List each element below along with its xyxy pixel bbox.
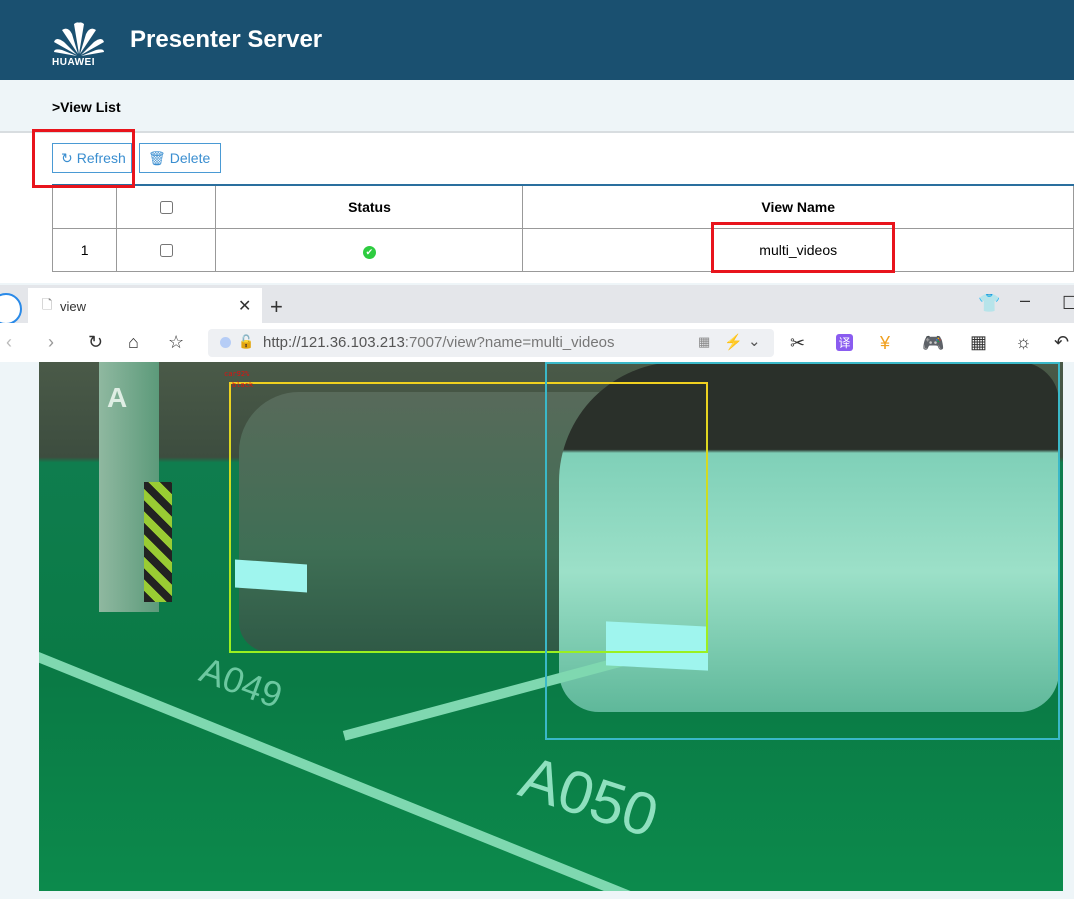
- maximize-icon[interactable]: ☐: [1062, 293, 1074, 314]
- browser-tab[interactable]: 🗋 view ✕: [28, 288, 262, 323]
- row-select: [116, 228, 217, 272]
- new-tab-icon[interactable]: +: [270, 294, 283, 320]
- breadcrumb: >View List: [52, 99, 121, 115]
- detection-box: [545, 362, 1060, 740]
- brightness-icon[interactable]: ☼: [1015, 332, 1032, 353]
- site-icon: [220, 337, 231, 348]
- dropdown-icon[interactable]: ⌄: [748, 332, 761, 350]
- home-icon[interactable]: ⌂: [128, 332, 139, 353]
- app-title: Presenter Server: [130, 26, 323, 53]
- minimize-icon[interactable]: –: [1020, 290, 1030, 311]
- detection-label: car92%: [224, 370, 250, 378]
- reload-icon[interactable]: ↻: [88, 332, 103, 353]
- detection-label: black: [232, 381, 254, 389]
- page-icon: 🗋: [42, 297, 53, 312]
- speed-icon[interactable]: ⚡: [724, 333, 743, 351]
- forward-icon[interactable]: ›: [48, 332, 54, 353]
- row-index: 1: [51, 228, 118, 272]
- floor-text: A049: [194, 648, 288, 717]
- url-text: http://121.36.103.213:7007/view?name=mul…: [263, 334, 615, 351]
- url-path: :7007/view?name=multi_videos: [404, 334, 615, 351]
- video-frame: A A049 A050 car92% black: [39, 362, 1063, 891]
- highlight-view-name: [711, 222, 895, 273]
- select-all-checkbox[interactable]: [160, 200, 174, 214]
- bookmark-star-icon[interactable]: ☆: [168, 332, 184, 353]
- select-all-header: [116, 184, 217, 229]
- url-host: http://121.36.103.213: [263, 334, 405, 351]
- scissors-icon[interactable]: ✂: [790, 333, 805, 354]
- index-header: [51, 184, 118, 229]
- delete-label: Delete: [169, 150, 211, 166]
- logo-text: HUAWEI: [52, 57, 95, 68]
- coupon-icon[interactable]: ¥: [880, 333, 890, 354]
- status-ok-icon: ✔: [362, 245, 376, 259]
- pillar-stripes: [144, 482, 172, 602]
- trash-icon: 🗑: [148, 149, 166, 166]
- url-input[interactable]: 🔓 http://121.36.103.213:7007/view?name=m…: [208, 329, 774, 357]
- qr-code-icon[interactable]: ▦: [698, 334, 710, 350]
- status-header: Status: [215, 184, 524, 229]
- row-checkbox[interactable]: [160, 243, 174, 257]
- floor-text: A050: [512, 742, 667, 851]
- pillar-text: A: [107, 382, 128, 413]
- undo-icon[interactable]: ↶: [1054, 332, 1069, 353]
- row-status: ✔: [215, 228, 524, 272]
- view-table: Status View Name 1 ✔ multi_videos: [51, 184, 1074, 272]
- apps-grid-icon[interactable]: ▦: [970, 332, 987, 353]
- delete-button[interactable]: 🗑 Delete: [139, 143, 221, 173]
- table-header: Status View Name: [51, 184, 1074, 229]
- tab-title: view: [60, 299, 87, 314]
- close-tab-icon[interactable]: ✕: [238, 296, 251, 316]
- insecure-lock-icon: 🔓: [238, 334, 255, 349]
- back-icon[interactable]: ‹: [6, 332, 12, 353]
- table-row[interactable]: 1 ✔ multi_videos: [51, 228, 1074, 272]
- game-icon[interactable]: 🎮: [922, 333, 944, 354]
- highlight-refresh: [32, 129, 135, 188]
- translate-icon[interactable]: 译: [836, 334, 853, 351]
- skin-icon[interactable]: 👕: [978, 293, 1000, 314]
